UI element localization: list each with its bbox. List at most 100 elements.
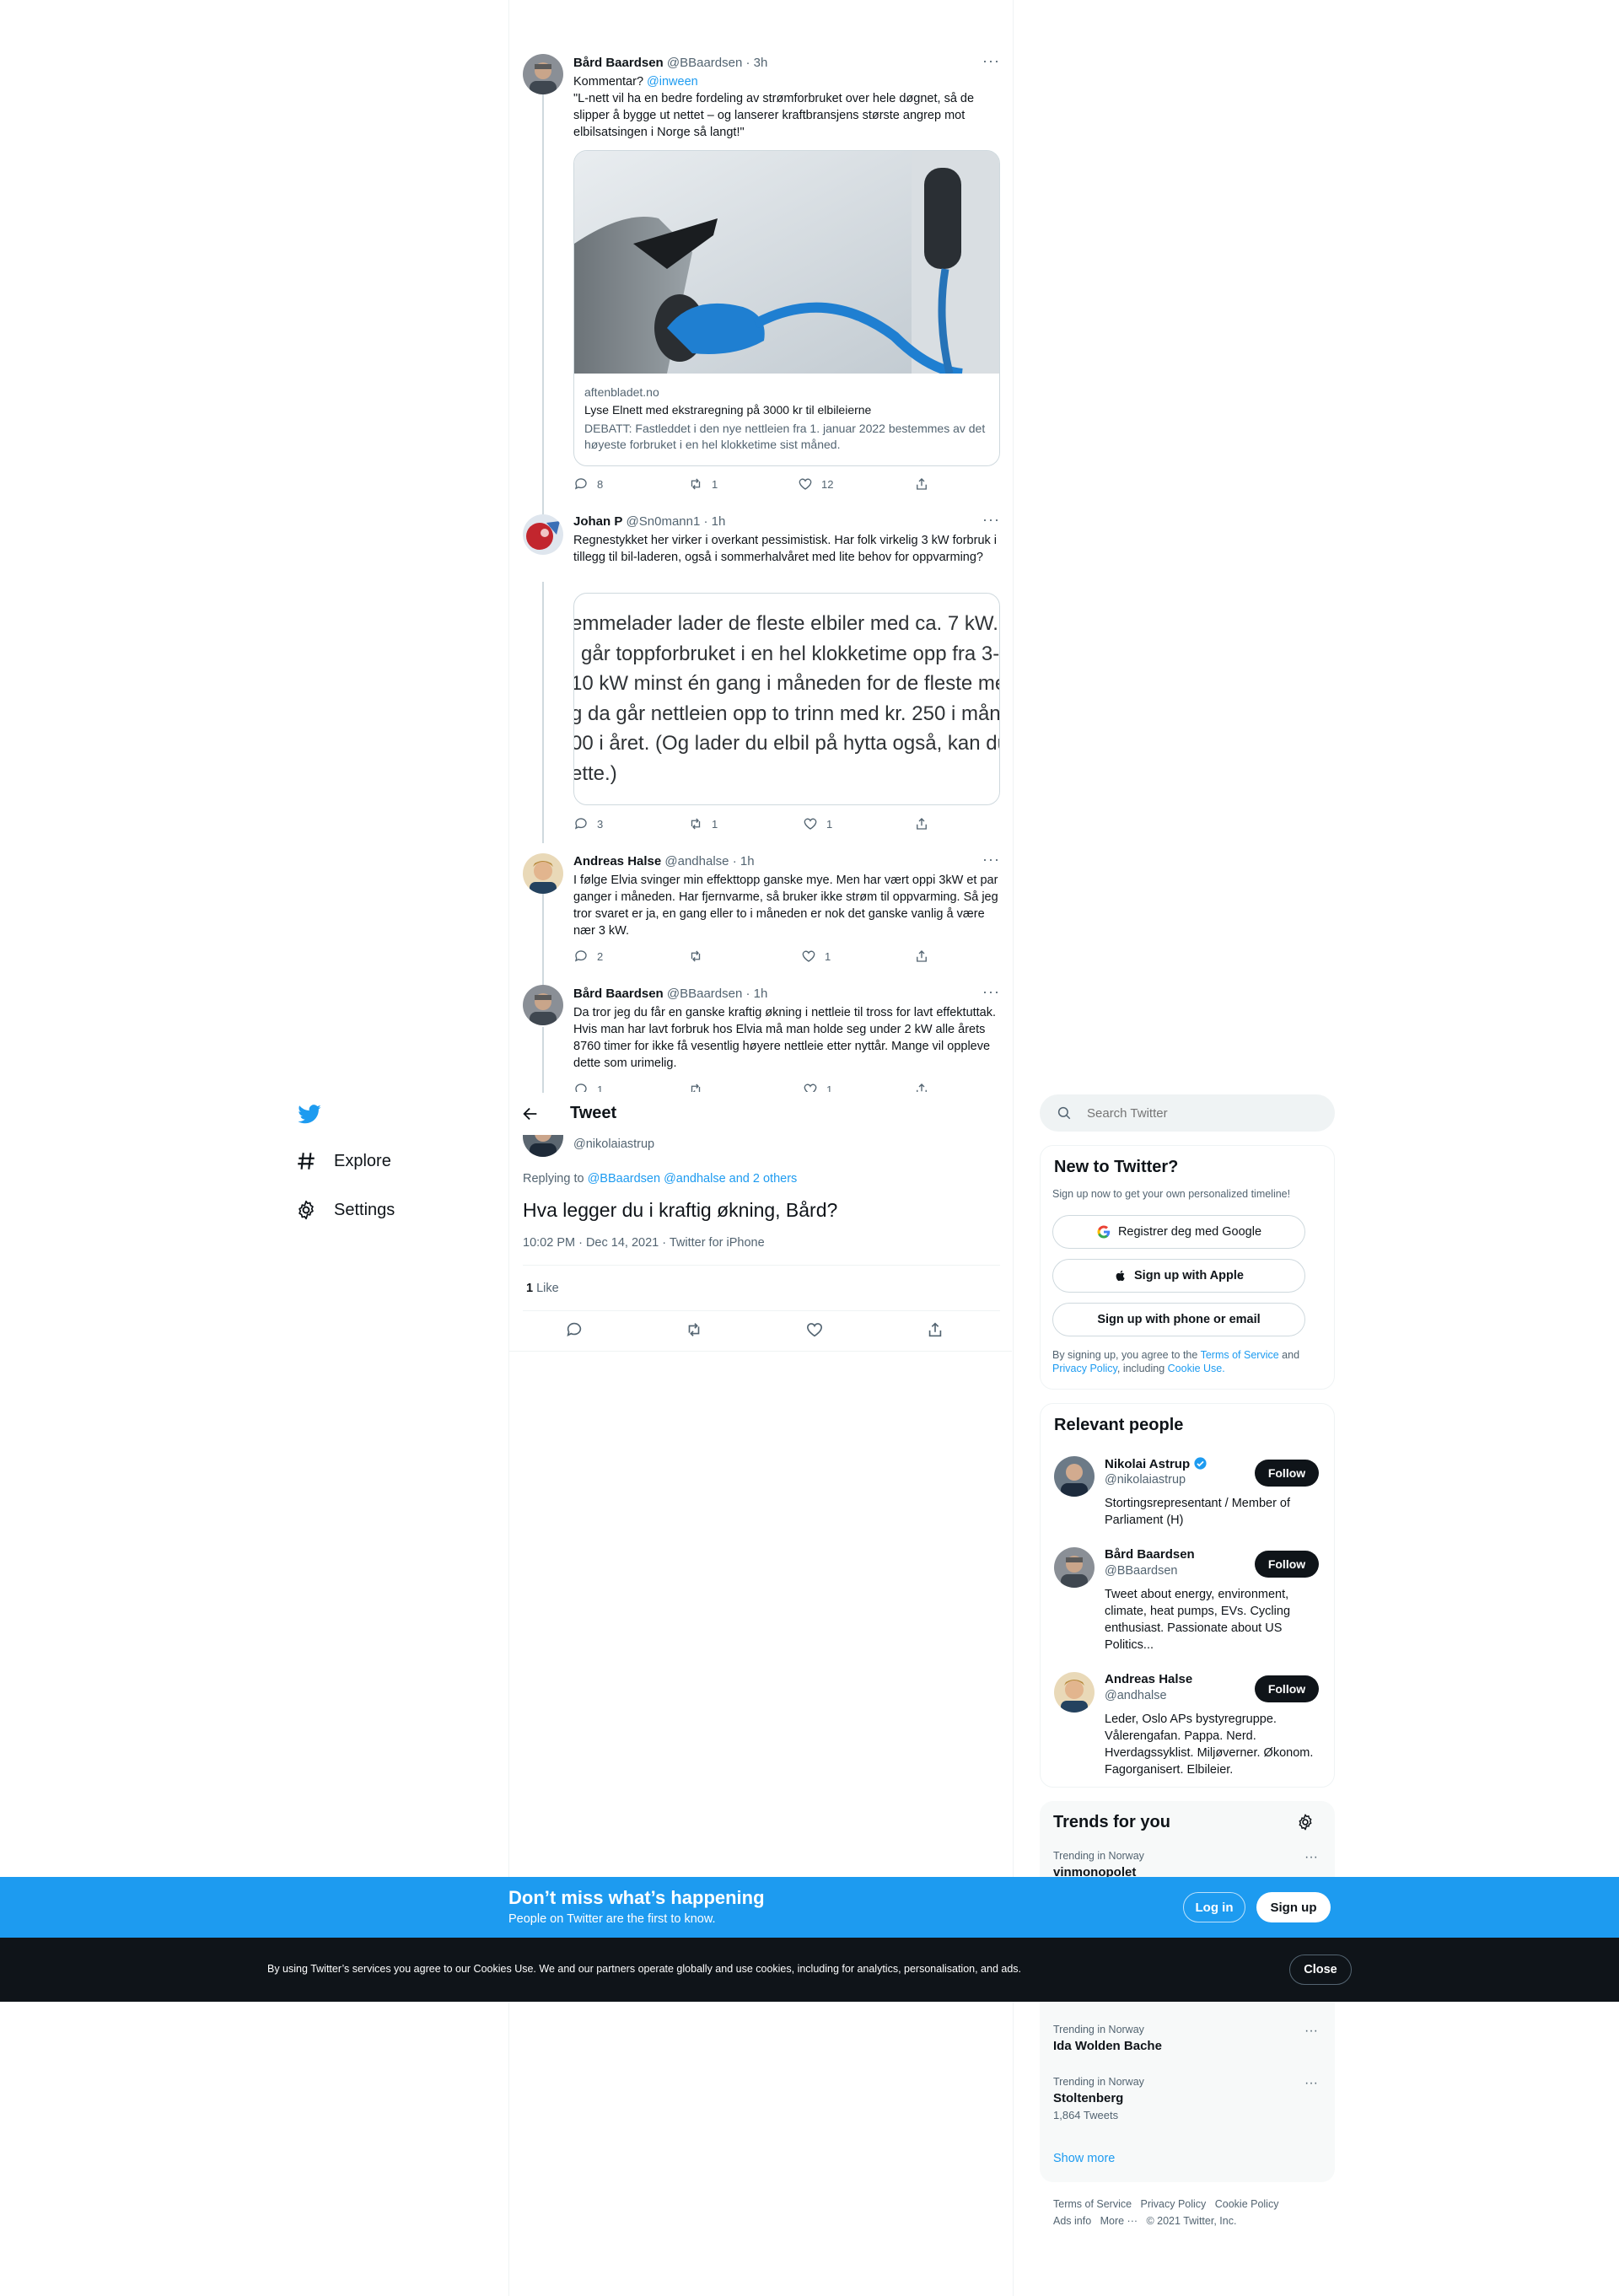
person-card[interactable]: Nikolai Astrup @nikolaiastrup Stortingsr…	[1054, 1456, 1324, 1532]
follow-button[interactable]: Follow	[1255, 1551, 1319, 1578]
person-name[interactable]: Andreas Halse	[1105, 1672, 1192, 1686]
nav-item-explore[interactable]: Explore	[295, 1150, 391, 1172]
reply-button[interactable]: 3	[573, 816, 603, 831]
author-handle[interactable]: @Sn0mann1	[627, 514, 701, 529]
like-button[interactable]: 1	[803, 816, 832, 831]
phone-signup-button[interactable]: Sign up with phone or email	[1052, 1303, 1305, 1336]
person-name[interactable]: Bård Baardsen	[1105, 1547, 1195, 1562]
gear-icon[interactable]	[1296, 1813, 1315, 1831]
avatar[interactable]	[1054, 1672, 1095, 1713]
follow-button[interactable]: Follow	[1255, 1460, 1319, 1487]
retweet-icon	[691, 478, 701, 490]
privacy-link[interactable]: Privacy Policy	[1052, 1363, 1117, 1374]
tweet-meta[interactable]: 10:02 PM · Dec 14, 2021 · Twitter for iP…	[523, 1236, 765, 1250]
share-button[interactable]	[914, 816, 929, 831]
author-name[interactable]: Bård Baardsen	[573, 987, 664, 1001]
like-button[interactable]: 1	[801, 949, 831, 964]
quoted-image[interactable]: emmelader lader de fleste elbiler med ca…	[573, 593, 1000, 805]
likes-stat[interactable]: 1 Like	[526, 1282, 559, 1295]
person-name-row[interactable]: Nikolai Astrup	[1105, 1456, 1208, 1471]
link-card[interactable]: aftenbladet.no Lyse Elnett med ekstrareg…	[573, 150, 1000, 466]
nav-item-settings[interactable]: Settings	[295, 1199, 395, 1221]
author-handle[interactable]: @BBaardsen	[667, 987, 742, 1001]
divider	[523, 1265, 1000, 1266]
avatar[interactable]	[1054, 1456, 1095, 1497]
retweet-button[interactable]: 1	[688, 816, 718, 831]
link-card-title: Lyse Elnett med ekstraregning på 3000 kr…	[584, 403, 872, 417]
avatar[interactable]	[523, 514, 563, 555]
apple-signup-button[interactable]: Sign up with Apple	[1052, 1259, 1305, 1293]
trend-item[interactable]: Trending in Norway Ida Wolden Bache ···	[1053, 2024, 1323, 2053]
more-icon[interactable]: ···	[982, 52, 1000, 70]
share-button[interactable]	[914, 949, 929, 964]
retweet-button[interactable]	[688, 949, 712, 964]
tweet-time[interactable]: · 3h	[746, 56, 768, 70]
signup-button[interactable]: Sign up	[1256, 1892, 1331, 1922]
heart-icon[interactable]	[805, 1320, 824, 1339]
more-icon[interactable]: ···	[1304, 2076, 1318, 2091]
author-name[interactable]: Andreas Halse	[573, 854, 661, 868]
share-icon[interactable]	[926, 1320, 944, 1339]
avatar[interactable]	[523, 853, 563, 894]
author-handle[interactable]: @andhalse	[664, 854, 729, 868]
avatar[interactable]	[1054, 1547, 1095, 1588]
search-input[interactable]	[1087, 1103, 1315, 1123]
share-button[interactable]	[914, 476, 929, 492]
footer-ads-link[interactable]: Ads info	[1053, 2215, 1091, 2227]
like-button[interactable]: 1	[803, 1082, 832, 1092]
retweet-icon	[691, 950, 701, 962]
focused-tweet-text: Hva legger du i kraftig økning, Bård?	[523, 1199, 838, 1221]
tweet-time[interactable]: · 1h	[746, 987, 768, 1001]
login-button[interactable]: Log in	[1183, 1892, 1245, 1922]
tweet-time[interactable]: · 1h	[703, 514, 725, 529]
author-handle[interactable]: @nikolaiastrup	[573, 1137, 654, 1151]
trend-item[interactable]: Trending in Norway Stoltenberg 1,864 Twe…	[1053, 2076, 1323, 2121]
reply-button[interactable]: 2	[573, 949, 603, 964]
avatar[interactable]	[523, 1135, 563, 1157]
quoted-image-text: emmelader lader de fleste elbiler med ca…	[574, 609, 999, 788]
replying-to-links[interactable]: @BBaardsen @andhalse and 2 others	[588, 1172, 798, 1186]
person-handle: @andhalse	[1105, 1689, 1167, 1702]
reply-button[interactable]: 1	[573, 1082, 603, 1092]
search-box[interactable]	[1040, 1094, 1335, 1132]
footer-copyright: © 2021 Twitter, Inc.	[1146, 2215, 1237, 2227]
more-icon[interactable]: ···	[982, 511, 1000, 529]
tweet-time[interactable]: · 1h	[733, 854, 755, 868]
share-button[interactable]	[914, 1082, 929, 1092]
likes-label: Like	[536, 1282, 559, 1295]
footer-terms-link[interactable]: Terms of Service	[1053, 2198, 1132, 2210]
more-icon[interactable]: ···	[982, 983, 1000, 1001]
more-icon[interactable]: ···	[1304, 2024, 1318, 2039]
retweet-icon[interactable]	[685, 1320, 703, 1339]
cookie-link[interactable]: Cookie Use.	[1168, 1363, 1225, 1374]
mention-link[interactable]: @inween	[647, 75, 698, 89]
retweet-button[interactable]	[688, 1082, 712, 1092]
person-card[interactable]: Bård Baardsen @BBaardsen Tweet about ene…	[1054, 1547, 1324, 1652]
retweet-button[interactable]: 1	[688, 476, 718, 492]
author-name[interactable]: Johan P	[573, 514, 622, 529]
follow-button[interactable]: Follow	[1255, 1675, 1319, 1702]
avatar[interactable]	[523, 985, 563, 1025]
footer-privacy-link[interactable]: Privacy Policy	[1141, 2198, 1207, 2210]
thread-line	[542, 582, 544, 843]
person-card[interactable]: Andreas Halse @andhalse Leder, Oslo APs …	[1054, 1672, 1324, 1777]
avatar[interactable]	[523, 54, 563, 94]
google-signup-button[interactable]: Registrer deg med Google	[1052, 1215, 1305, 1249]
more-icon[interactable]: ···	[982, 851, 1000, 868]
reply-button[interactable]: 8	[573, 476, 603, 492]
cookie-consent-bar: By using Twitter’s services you agree to…	[0, 1938, 1619, 2002]
twitter-logo-icon[interactable]	[297, 1101, 322, 1126]
like-button[interactable]: 12	[798, 476, 833, 492]
author-name[interactable]: Bård Baardsen	[573, 56, 664, 70]
author-handle[interactable]: @BBaardsen	[667, 56, 742, 70]
reply-icon[interactable]	[565, 1320, 584, 1339]
terms-link[interactable]: Terms of Service	[1201, 1349, 1279, 1361]
back-arrow-icon[interactable]	[521, 1105, 540, 1123]
trend-item[interactable]: Trending in Norway vinmonopolet ···	[1053, 1850, 1323, 1879]
cookie-close-button[interactable]: Close	[1289, 1955, 1352, 1985]
more-icon[interactable]: ···	[1304, 1850, 1318, 1865]
footer-cookie-link[interactable]: Cookie Policy	[1215, 2198, 1279, 2210]
share-icon	[917, 478, 927, 490]
footer-more-link[interactable]: More ···	[1100, 2215, 1138, 2227]
show-more-link[interactable]: Show more	[1053, 2152, 1115, 2165]
